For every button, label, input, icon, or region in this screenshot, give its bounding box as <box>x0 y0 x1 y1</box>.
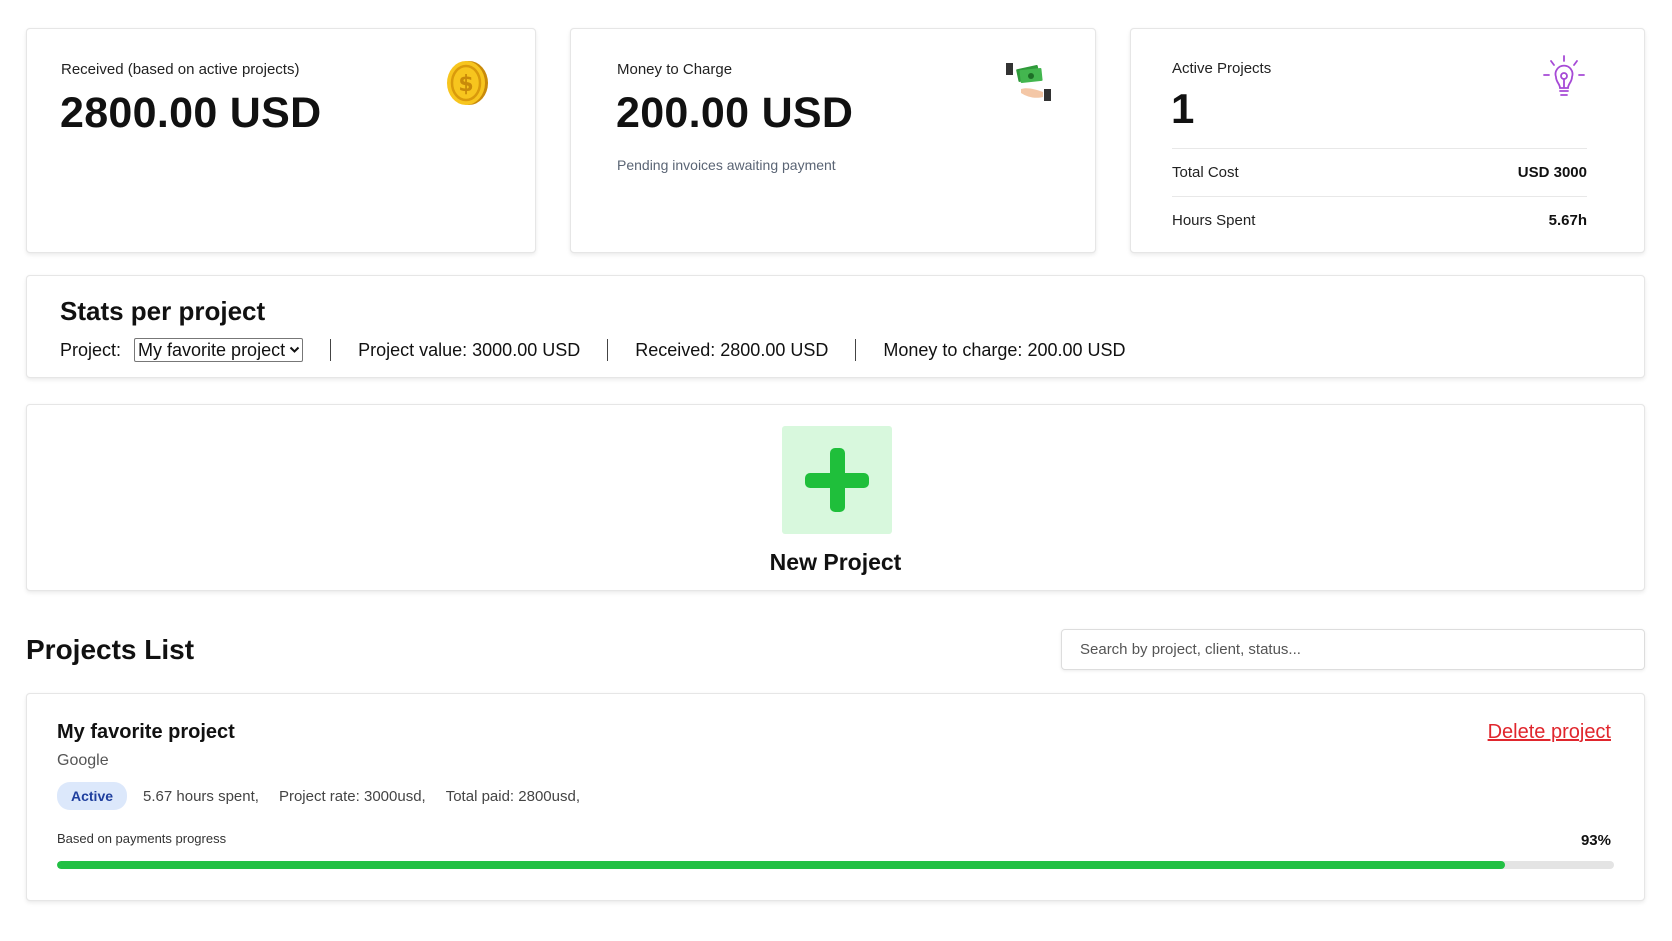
progress-bar <box>57 861 1614 869</box>
separator <box>855 339 857 361</box>
project-name: My favorite project <box>57 721 235 743</box>
separator <box>607 339 609 361</box>
project-hours: 5.67 hours spent, <box>143 787 259 805</box>
stats-title: Stats per project <box>60 296 266 326</box>
svg-text:$: $ <box>458 72 473 97</box>
hours-spent-label: Hours Spent <box>1172 211 1256 229</box>
total-cost-row: Total Cost USD 3000 <box>1172 157 1587 187</box>
project-meta: Active 5.67 hours spent, Project rate: 3… <box>57 782 600 810</box>
project-card: My favorite project Google Delete projec… <box>26 693 1645 901</box>
separator <box>330 339 332 361</box>
active-projects-label: Active Projects <box>1172 60 1272 77</box>
money-to-charge-subtitle: Pending invoices awaiting payment <box>617 157 836 173</box>
chevron-down-icon <box>289 343 300 357</box>
active-projects-value: 1 <box>1171 85 1195 132</box>
money-to-charge-value: 200.00 USD <box>616 89 854 137</box>
new-project-button[interactable] <box>782 426 892 534</box>
active-projects-card: Active Projects 1 Total Cost USD 3000 Ho… <box>1130 28 1645 253</box>
delete-project-link[interactable]: Delete project <box>1488 721 1611 744</box>
coin-icon: $ <box>447 59 489 112</box>
total-cost-label: Total Cost <box>1172 163 1239 181</box>
received-label: Received (based on active projects) <box>61 61 300 78</box>
search-input[interactable] <box>1061 629 1645 670</box>
stats-project-value: Project value: 3000.00 USD <box>358 339 581 360</box>
hours-spent-value: 5.67h <box>1548 211 1587 229</box>
stats-per-project-card: Stats per project Project: My favorite p… <box>26 275 1645 378</box>
progress-label: Based on payments progress <box>57 831 227 846</box>
project-rate: Project rate: 3000usd, <box>278 787 426 805</box>
money-to-charge-card: Money to Charge 200.00 USD Pending invoi… <box>570 28 1096 253</box>
lightbulb-icon <box>1539 55 1589 108</box>
project-select[interactable]: My favorite project <box>134 338 304 362</box>
project-select-value: My favorite project <box>138 339 286 360</box>
received-value: 2800.00 USD <box>60 89 322 137</box>
received-card: Received (based on active projects) 2800… <box>26 28 536 253</box>
divider <box>1172 148 1587 149</box>
divider <box>1172 196 1587 197</box>
projects-list-title: Projects List <box>26 634 195 665</box>
money-to-charge-label: Money to Charge <box>617 61 733 78</box>
new-project-label[interactable]: New Project <box>27 549 1644 576</box>
plus-icon <box>805 448 869 512</box>
total-cost-value: USD 3000 <box>1517 163 1587 181</box>
stats-received: Received: 2800.00 USD <box>635 339 829 360</box>
stats-money-to-charge: Money to charge: 200.00 USD <box>883 339 1126 360</box>
project-client: Google <box>57 752 109 769</box>
progress-percent: 93% <box>1580 832 1611 849</box>
progress-bar-fill <box>57 861 1505 869</box>
money-hand-icon <box>1003 59 1053 108</box>
hours-spent-row: Hours Spent 5.67h <box>1172 205 1587 235</box>
project-paid: Total paid: 2800usd, <box>445 787 580 805</box>
project-select-label: Project: <box>60 339 122 360</box>
stats-row: Project: My favorite project Project val… <box>60 338 1126 362</box>
new-project-card: New Project <box>26 404 1645 591</box>
status-badge: Active <box>57 782 128 810</box>
